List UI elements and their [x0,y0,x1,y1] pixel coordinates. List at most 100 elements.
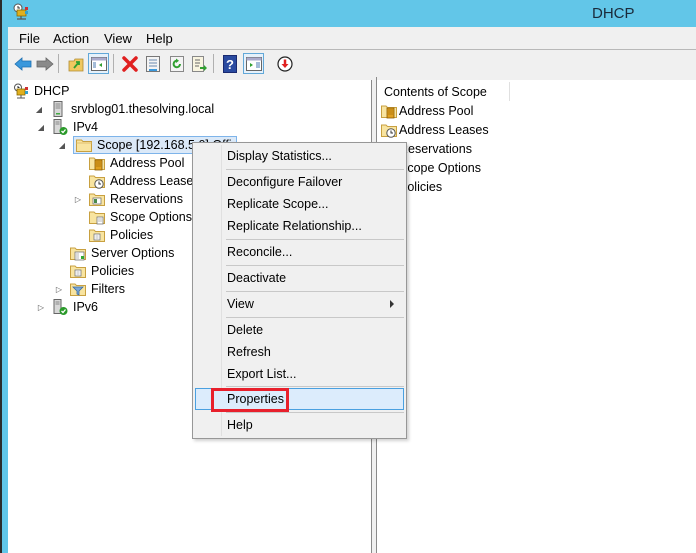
menu-separator [226,386,404,387]
list-item-address-leases[interactable]: Address Leases [381,121,489,139]
menu-view[interactable]: View [104,31,132,46]
tree-item-scope-options[interactable]: Scope Options [89,208,192,226]
menu-item-replicate-scope[interactable]: Replicate Scope... [195,193,404,215]
menu-item-label: Reconcile... [227,245,293,259]
menu-item-display-statistics[interactable]: Display Statistics... [195,145,404,167]
menu-item-refresh[interactable]: Refresh [195,341,404,363]
toolbar-separator [113,54,114,73]
delete-button[interactable] [119,53,140,74]
ipv6-server-icon [52,299,68,315]
expanded-arrow-icon[interactable]: ◢ [57,140,67,150]
policies-icon [89,227,105,243]
menu-separator [226,169,404,170]
menu-file[interactable]: File [19,31,40,46]
forward-button[interactable] [34,53,55,74]
refresh-button[interactable] [166,53,187,74]
column-header-empty [510,82,696,101]
tree-item-label: Filters [91,282,126,296]
reservations-icon [89,191,105,207]
expanded-arrow-icon[interactable]: ◢ [36,122,46,132]
arrow-left-icon [13,56,31,71]
tree-item-address-leases[interactable]: Address Leases [89,172,200,190]
tree-item-ipv6[interactable]: ▷ IPv6 [36,298,98,316]
up-one-level-button[interactable] [65,53,86,74]
refresh-icon [169,55,184,72]
properties-button[interactable] [142,53,163,74]
tree-item-scope-policies[interactable]: Policies [89,226,153,244]
menu-action[interactable]: Action [53,31,89,46]
folder-icon [76,137,92,153]
ipv4-server-icon [52,119,68,135]
window-title: DHCP [592,5,635,22]
tree-item-label: IPv6 [73,300,99,314]
list-item-label: Reservations [399,142,472,156]
export-list-button[interactable] [189,53,210,74]
tree-item-server-options[interactable]: Server Options [70,244,174,262]
menu-item-label: Display Statistics... [227,149,332,163]
properties-icon [145,55,160,72]
collapsed-arrow-icon[interactable]: ▷ [73,194,83,204]
collapsed-arrow-icon[interactable]: ▷ [36,302,46,312]
menu-item-label: Export List... [227,367,297,381]
toolbar: ? [8,50,696,77]
tree-item-label: Address Leases [110,174,200,188]
policies-icon [70,263,86,279]
tree-item-policies[interactable]: Policies [70,262,134,280]
tree-item-dhcp[interactable]: DHCP [13,82,69,100]
deactivate-button[interactable] [274,53,295,74]
tree-item-server[interactable]: ◢ srvblog01.thesolving.local [34,100,214,118]
toolbar-separator [213,54,214,73]
tree-item-label: DHCP [34,84,70,98]
list-item-label: Scope Options [399,161,481,175]
filters-icon [70,281,86,297]
help-button[interactable]: ? [219,53,240,74]
menu-item-label: Replicate Relationship... [227,219,362,233]
menu-bar: File Action View Help [8,27,696,50]
address-leases-icon [381,122,397,138]
tree-item-label: IPv4 [73,120,99,134]
expanded-arrow-icon[interactable]: ◢ [34,104,44,114]
tree-item-address-pool[interactable]: Address Pool [89,154,184,172]
menu-separator [226,239,404,240]
list-item-label: Address Pool [399,104,474,118]
arrow-right-icon [36,56,54,71]
menu-item-label: Deconfigure Failover [227,175,343,189]
action-pane-icon [245,56,262,71]
menu-separator [226,265,404,266]
window-left-frame [2,0,8,553]
menu-separator [226,291,404,292]
back-button[interactable] [12,53,33,74]
server-icon [50,101,66,117]
tree-item-label: Server Options [91,246,175,260]
menu-item-view[interactable]: View [195,293,404,315]
menu-item-replicate-relationship[interactable]: Replicate Relationship... [195,215,404,237]
menu-item-deconfigure-failover[interactable]: Deconfigure Failover [195,171,404,193]
menu-item-export-list[interactable]: Export List... [195,363,404,385]
dhcp-icon [13,83,29,99]
column-header-contents[interactable]: Contents of Scope [380,82,510,101]
tree-item-label: Policies [91,264,135,278]
address-leases-icon [89,173,105,189]
show-hide-action-pane-button[interactable] [243,53,264,74]
collapsed-arrow-icon[interactable]: ▷ [54,284,64,294]
down-arrow-circle-icon [276,55,293,72]
help-icon: ? [222,54,237,73]
tree-item-label: Reservations [110,192,183,206]
tree-item-ipv4[interactable]: ◢ IPv4 [36,118,98,136]
menu-item-label: Replicate Scope... [227,197,329,211]
menu-help[interactable]: Help [146,31,173,46]
menu-item-help[interactable]: Help [195,414,404,436]
show-hide-console-tree-button[interactable] [88,53,109,74]
menu-item-reconcile[interactable]: Reconcile... [195,241,404,263]
tree-item-filters[interactable]: ▷ Filters [54,280,125,298]
menu-item-deactivate[interactable]: Deactivate [195,267,404,289]
list-item-address-pool[interactable]: Address Pool [381,102,473,120]
tree-item-reservations[interactable]: ▷ Reservations [73,190,183,208]
dhcp-icon[interactable] [12,3,30,21]
menu-item-label: Delete [227,323,264,337]
menu-item-label: Deactivate [227,271,287,285]
properties-highlight-annotation [211,388,289,412]
menu-item-delete[interactable]: Delete [195,319,404,341]
list-item-label: Address Leases [399,123,489,137]
tree-item-label: Policies [110,228,154,242]
